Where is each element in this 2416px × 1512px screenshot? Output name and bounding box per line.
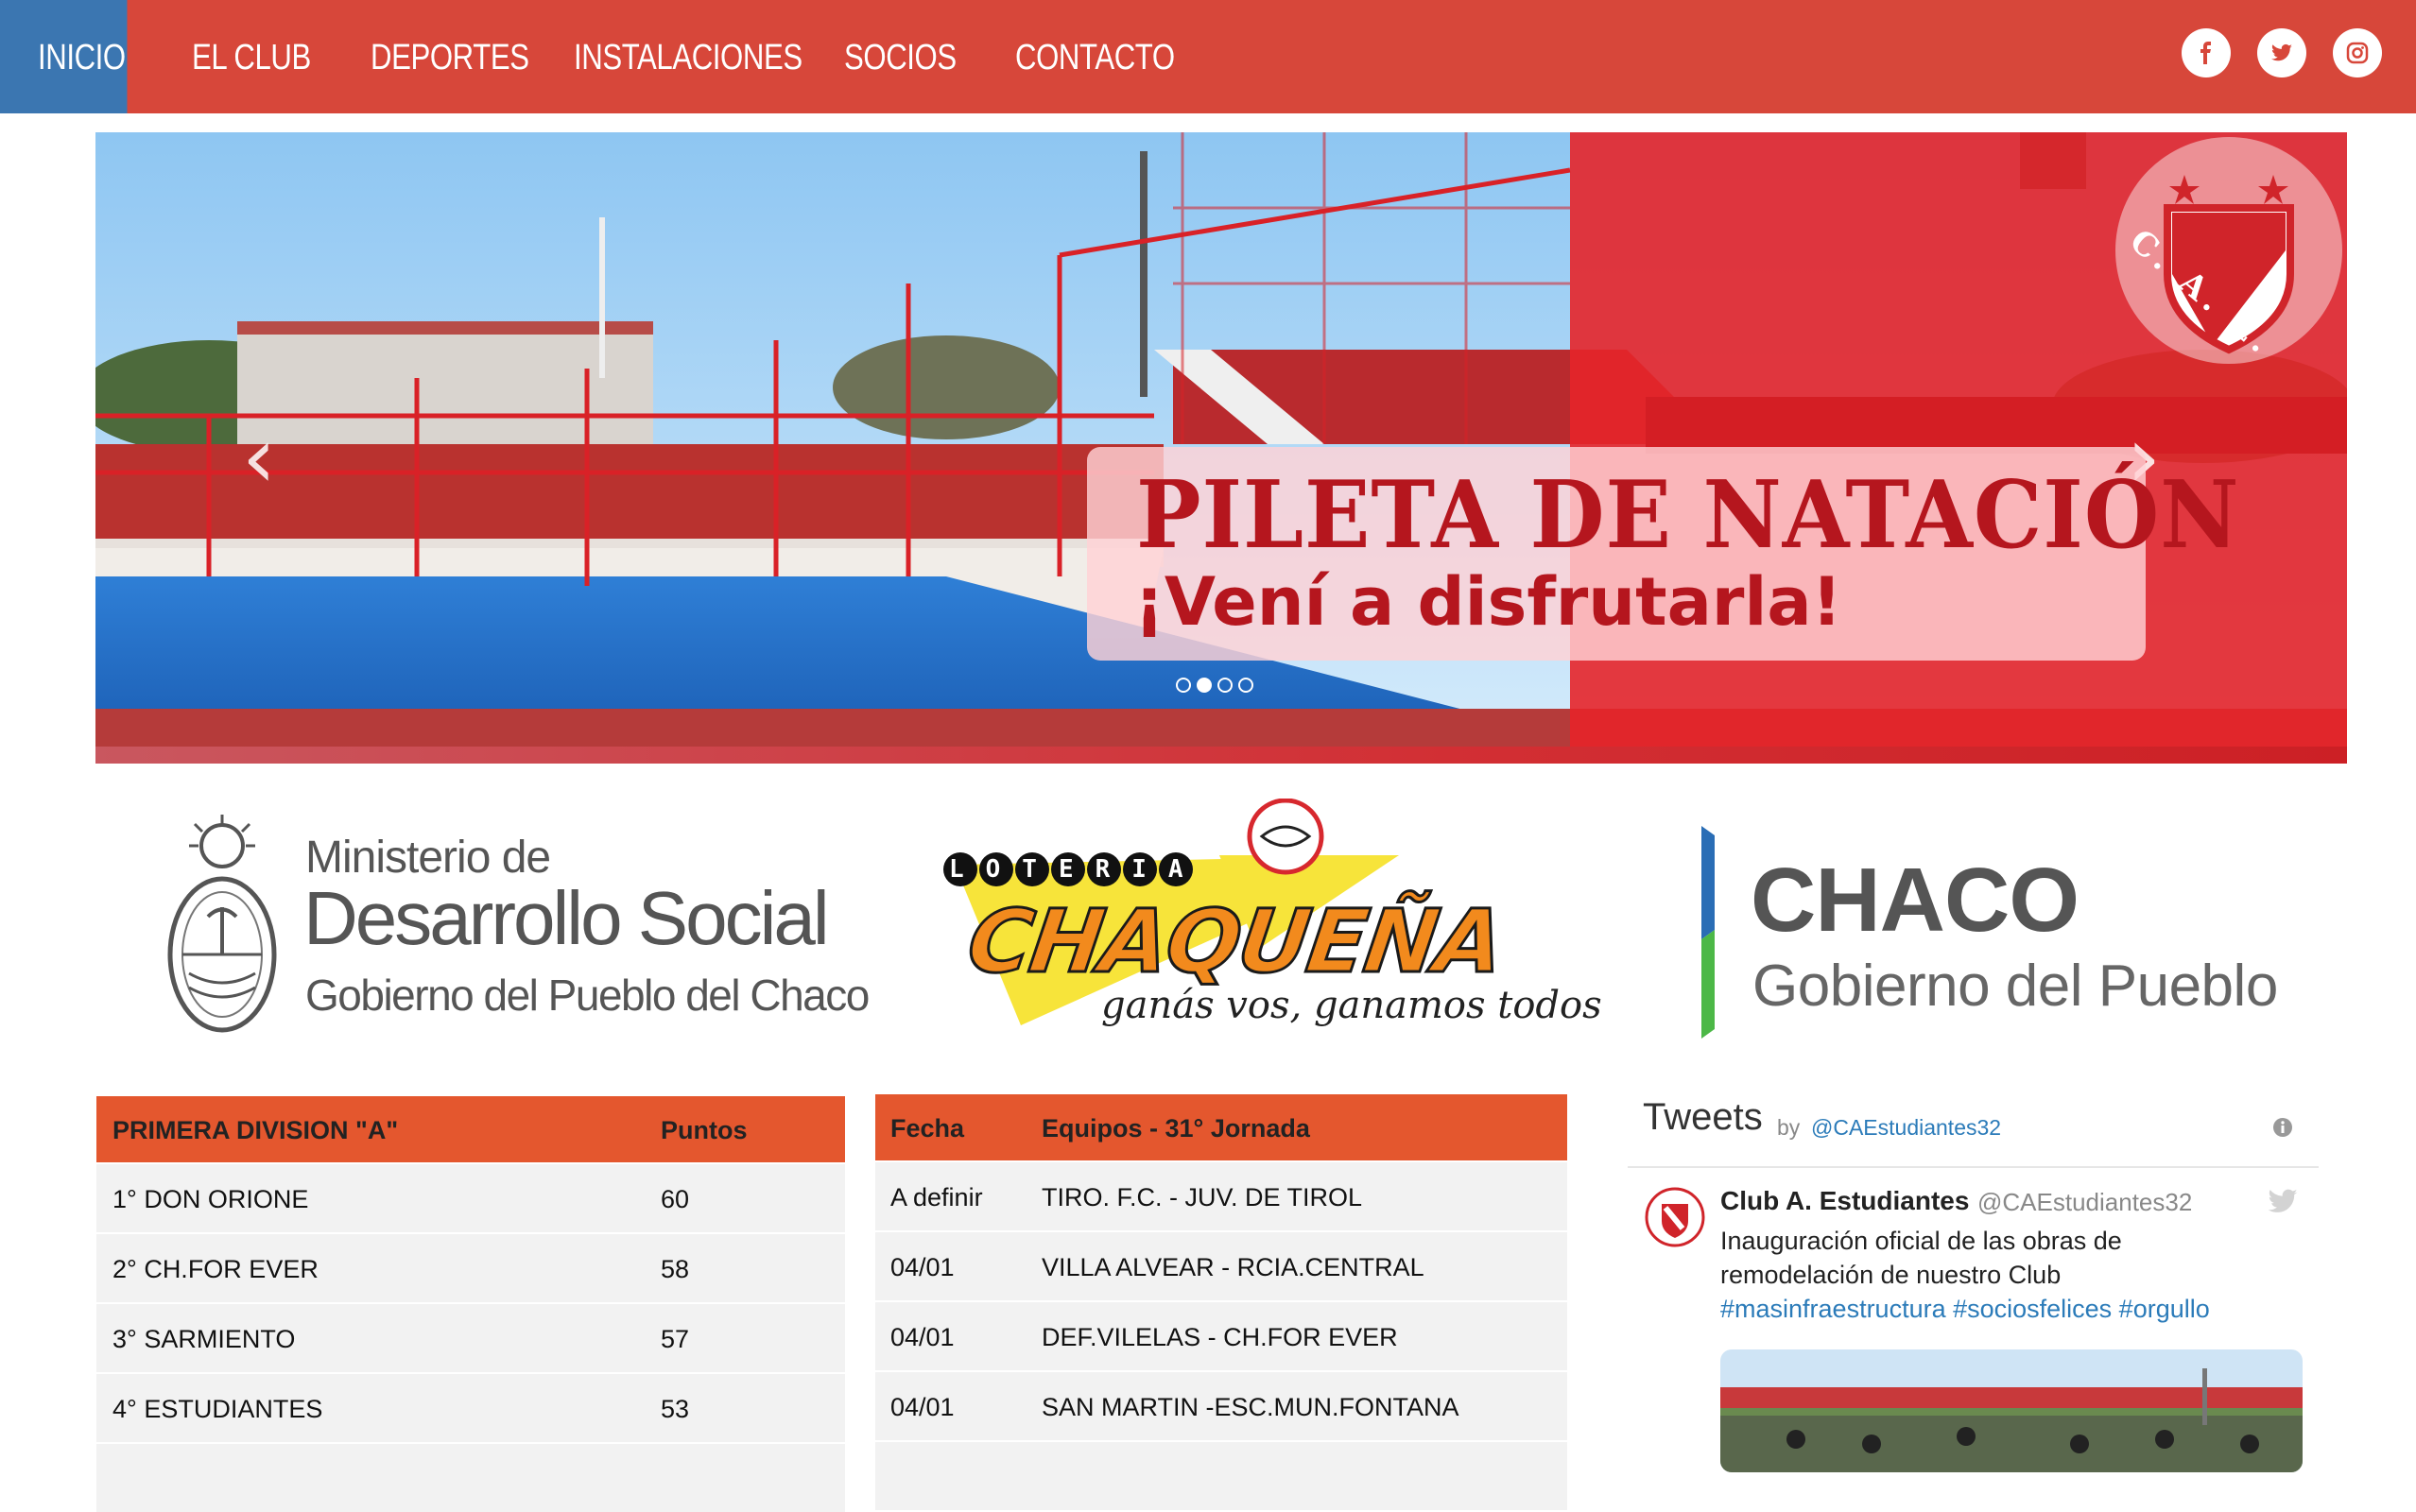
table-row: 04/01 SAN MARTIN -ESC.MUN.FONTANA	[875, 1370, 1567, 1440]
facebook-icon[interactable]	[2182, 28, 2231, 77]
tweets-handle-link[interactable]: @CAEstudiantes32	[1811, 1115, 2001, 1141]
fixture-date: 04/01	[890, 1253, 955, 1281]
slider-prev-arrow[interactable]: ‹	[242, 416, 276, 501]
team-name: 1° DON ORIONE	[112, 1185, 309, 1213]
standings-header-team: PRIMERA DIVISION "A"	[112, 1116, 399, 1144]
table-row: 04/01 VILLA ALVEAR - RCIA.CENTRAL	[875, 1230, 1567, 1300]
standings-table: PRIMERA DIVISION "A" Puntos 1° DON ORION…	[96, 1096, 845, 1512]
twitter-icon[interactable]	[2257, 28, 2306, 77]
fixture-date: A definir	[890, 1183, 983, 1211]
fixtures-header: Fecha Equipos - 31° Jornada	[875, 1094, 1567, 1160]
fixtures-table: Fecha Equipos - 31° Jornada A definir TI…	[875, 1094, 1567, 1510]
tweet-author-handle[interactable]: @CAEstudiantes32	[1977, 1188, 2192, 1217]
slider-dots	[1176, 678, 1259, 697]
hero-subtitle: ¡Vení a disfrutarla!	[1134, 563, 1842, 641]
standings-header: PRIMERA DIVISION "A" Puntos	[96, 1096, 845, 1162]
table-row: 4° ESTUDIANTES 53	[96, 1372, 845, 1442]
team-name: 4° ESTUDIANTES	[112, 1395, 323, 1423]
sponsor-loteria[interactable]: LOTERIA CHAQUEÑA ganás vos, ganamos todo…	[936, 799, 1602, 1044]
table-row-partial	[875, 1440, 1567, 1510]
tweet-hashtags[interactable]: #masinfraestructura #sociosfelices #orgu…	[1720, 1295, 2210, 1324]
chaco-line1: CHACO	[1751, 850, 2079, 951]
info-icon[interactable]	[2272, 1117, 2293, 1138]
fixtures-header-date: Fecha	[890, 1114, 965, 1143]
sponsor-ministerio[interactable]: Ministerio de Desarrollo Social Gobierno…	[161, 813, 870, 1049]
fixture-teams: DEF.VILELAS - CH.FOR EVER	[1042, 1323, 1398, 1351]
nav-item-el-club[interactable]: EL CLUB	[192, 0, 311, 113]
sponsor-chaco[interactable]: CHACO Gobierno del Pueblo	[1692, 826, 2316, 1043]
slider-dot[interactable]	[1176, 678, 1191, 693]
fixture-teams: VILLA ALVEAR - RCIA.CENTRAL	[1042, 1253, 1424, 1281]
instagram-icon[interactable]	[2333, 28, 2382, 77]
fixture-teams: TIRO. F.C. - JUV. DE TIROL	[1042, 1183, 1363, 1211]
team-points: 57	[661, 1325, 690, 1353]
loteria-word2: CHAQUEÑA	[960, 890, 1510, 994]
fixture-teams: SAN MARTIN -ESC.MUN.FONTANA	[1042, 1393, 1459, 1421]
tweets-divider	[1628, 1166, 2319, 1168]
tweet-photo[interactable]	[1720, 1349, 2303, 1472]
ministerio-line2: Desarrollo Social	[303, 876, 830, 960]
nav-item-socios[interactable]: SOCIOS	[844, 0, 957, 113]
nav-item-instalaciones[interactable]: INSTALACIONES	[574, 0, 802, 113]
tweets-title: Tweets	[1643, 1096, 1763, 1138]
slider-dot-active[interactable]	[1197, 678, 1212, 693]
team-points: 53	[661, 1395, 690, 1423]
slider-dot[interactable]	[1238, 678, 1253, 693]
team-name: 2° CH.FOR EVER	[112, 1255, 319, 1283]
chaco-stripe-icon	[1701, 826, 1715, 1039]
avatar[interactable]	[1645, 1187, 1705, 1247]
chaco-line2: Gobierno del Pueblo	[1752, 954, 2278, 1019]
ministerio-line3: Gobierno del Pueblo del Chaco	[305, 971, 870, 1020]
hero-title: PILETA DE NATACIÓN	[1136, 461, 2240, 570]
fixture-date: 04/01	[890, 1323, 955, 1351]
table-row: 3° SARMIENTO 57	[96, 1302, 845, 1372]
table-row: 1° DON ORIONE 60	[96, 1162, 845, 1232]
main-navbar: INICIO EL CLUB DEPORTES INSTALACIONES SO…	[0, 0, 2416, 113]
nav-item-deportes[interactable]: DEPORTES	[371, 0, 529, 113]
table-row: 2° CH.FOR EVER 58	[96, 1232, 845, 1302]
nav-item-contacto[interactable]: CONTACTO	[1015, 0, 1175, 113]
hero-bottom-strip	[95, 747, 2347, 764]
loteria-slogan: ganás vos, ganamos todos	[1101, 984, 1602, 1027]
fixtures-header-teams: Equipos - 31° Jornada	[1042, 1114, 1310, 1143]
slider-dot[interactable]	[1217, 678, 1233, 693]
tweet-text-line1: Inauguración oficial de las obras de	[1720, 1227, 2122, 1255]
tweets-by-label: by	[1777, 1115, 1801, 1140]
standings-header-points: Puntos	[661, 1116, 748, 1144]
fixture-date: 04/01	[890, 1393, 955, 1421]
table-row: 04/01 DEF.VILELAS - CH.FOR EVER	[875, 1300, 1567, 1370]
coat-of-arms-icon	[167, 815, 277, 1033]
team-name: 3° SARMIENTO	[112, 1325, 296, 1353]
twitter-bird-icon	[2268, 1189, 2298, 1212]
tweet-author-name[interactable]: Club A. Estudiantes	[1720, 1186, 1969, 1216]
team-points: 60	[661, 1185, 690, 1213]
table-row-partial	[96, 1442, 845, 1512]
tweet-text-line2: remodelación de nuestro Club	[1720, 1261, 2062, 1289]
team-points: 58	[661, 1255, 690, 1283]
loteria-word1: LOTERIA	[949, 855, 1205, 884]
table-row: A definir TIRO. F.C. - JUV. DE TIROL	[875, 1160, 1567, 1230]
nav-item-inicio[interactable]: INICIO	[38, 0, 126, 113]
